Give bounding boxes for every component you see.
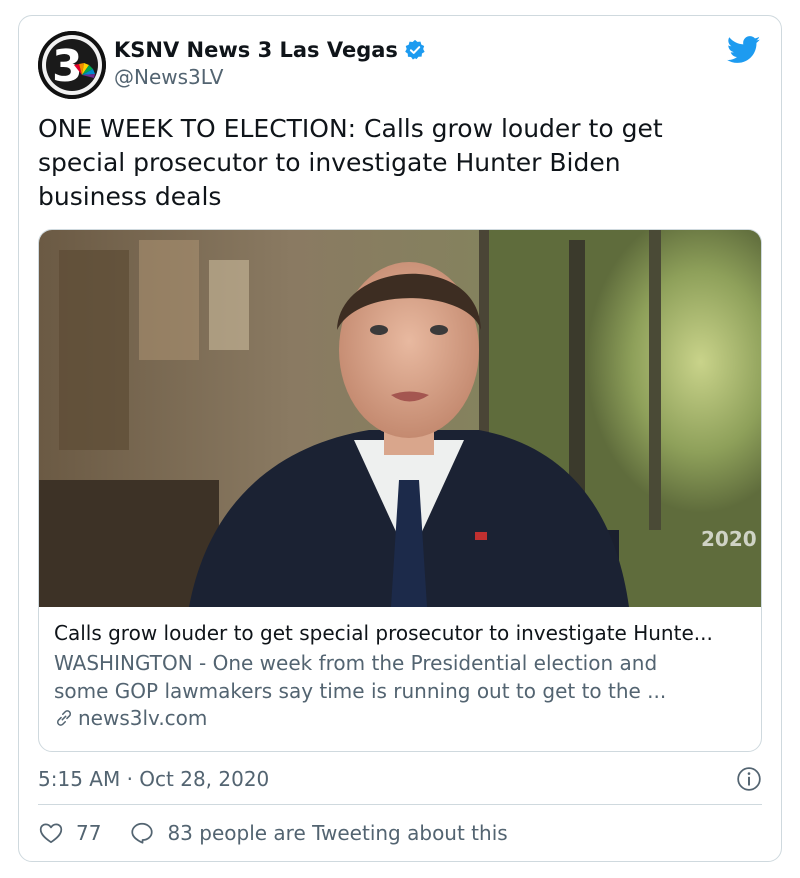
- avatar[interactable]: 3: [38, 31, 106, 99]
- link-preview-card[interactable]: 2020 Calls grow louder to get special pr…: [38, 229, 762, 752]
- tweet-actions: 77 83 people are Tweeting about this: [38, 816, 508, 850]
- tweet-author[interactable]: KSNV News 3 Las Vegas @News3LV: [114, 38, 426, 89]
- link-title[interactable]: Calls grow louder to get special prosecu…: [54, 620, 754, 646]
- user-handle[interactable]: @News3LV: [114, 65, 426, 89]
- divider: [38, 804, 762, 805]
- reply-bubble-icon: [131, 822, 154, 844]
- conversation-text: 83 people are Tweeting about this: [167, 821, 508, 845]
- tweet-text-line: business deals: [38, 182, 222, 211]
- tweet-card: 3 KSNV News 3 Las Vegas @News3LV ONE WEE…: [18, 15, 782, 862]
- timestamp-row: 5:15 AM · Oct 28, 2020: [38, 764, 762, 794]
- link-domain-row: news3lv.com: [54, 706, 754, 730]
- link-description-line: some GOP lawmakers say time is running o…: [54, 679, 667, 703]
- tweet-timestamp[interactable]: 5:15 AM · Oct 28, 2020: [38, 767, 269, 791]
- like-count: 77: [76, 821, 102, 845]
- heart-icon: [39, 823, 63, 844]
- link-preview-body: Calls grow louder to get special prosecu…: [54, 620, 754, 730]
- display-name[interactable]: KSNV News 3 Las Vegas: [114, 38, 398, 62]
- display-name-row: KSNV News 3 Las Vegas: [114, 38, 426, 62]
- conversation-button[interactable]: 83 people are Tweeting about this: [129, 820, 508, 846]
- link-icon: [56, 710, 72, 726]
- verified-badge-icon: [405, 39, 425, 60]
- link-domain[interactable]: news3lv.com: [78, 706, 207, 730]
- like-button[interactable]: 77: [38, 820, 101, 846]
- link-preview-image[interactable]: 2020: [39, 230, 762, 607]
- tweet-text: ONE WEEK TO ELECTION: Calls grow louder …: [38, 112, 758, 214]
- tweet-text-line: special prosecutor to investigate Hunter…: [38, 148, 621, 177]
- link-description-line: WASHINGTON - One week from the President…: [54, 651, 658, 675]
- info-icon[interactable]: [736, 766, 762, 792]
- twitter-bird-icon[interactable]: [727, 36, 761, 64]
- news3-logo-icon: 3: [38, 31, 106, 99]
- tweet-text-line: ONE WEEK TO ELECTION: Calls grow louder …: [38, 114, 663, 143]
- video-watermark: 2020: [701, 527, 757, 551]
- link-description: WASHINGTON - One week from the President…: [54, 649, 754, 705]
